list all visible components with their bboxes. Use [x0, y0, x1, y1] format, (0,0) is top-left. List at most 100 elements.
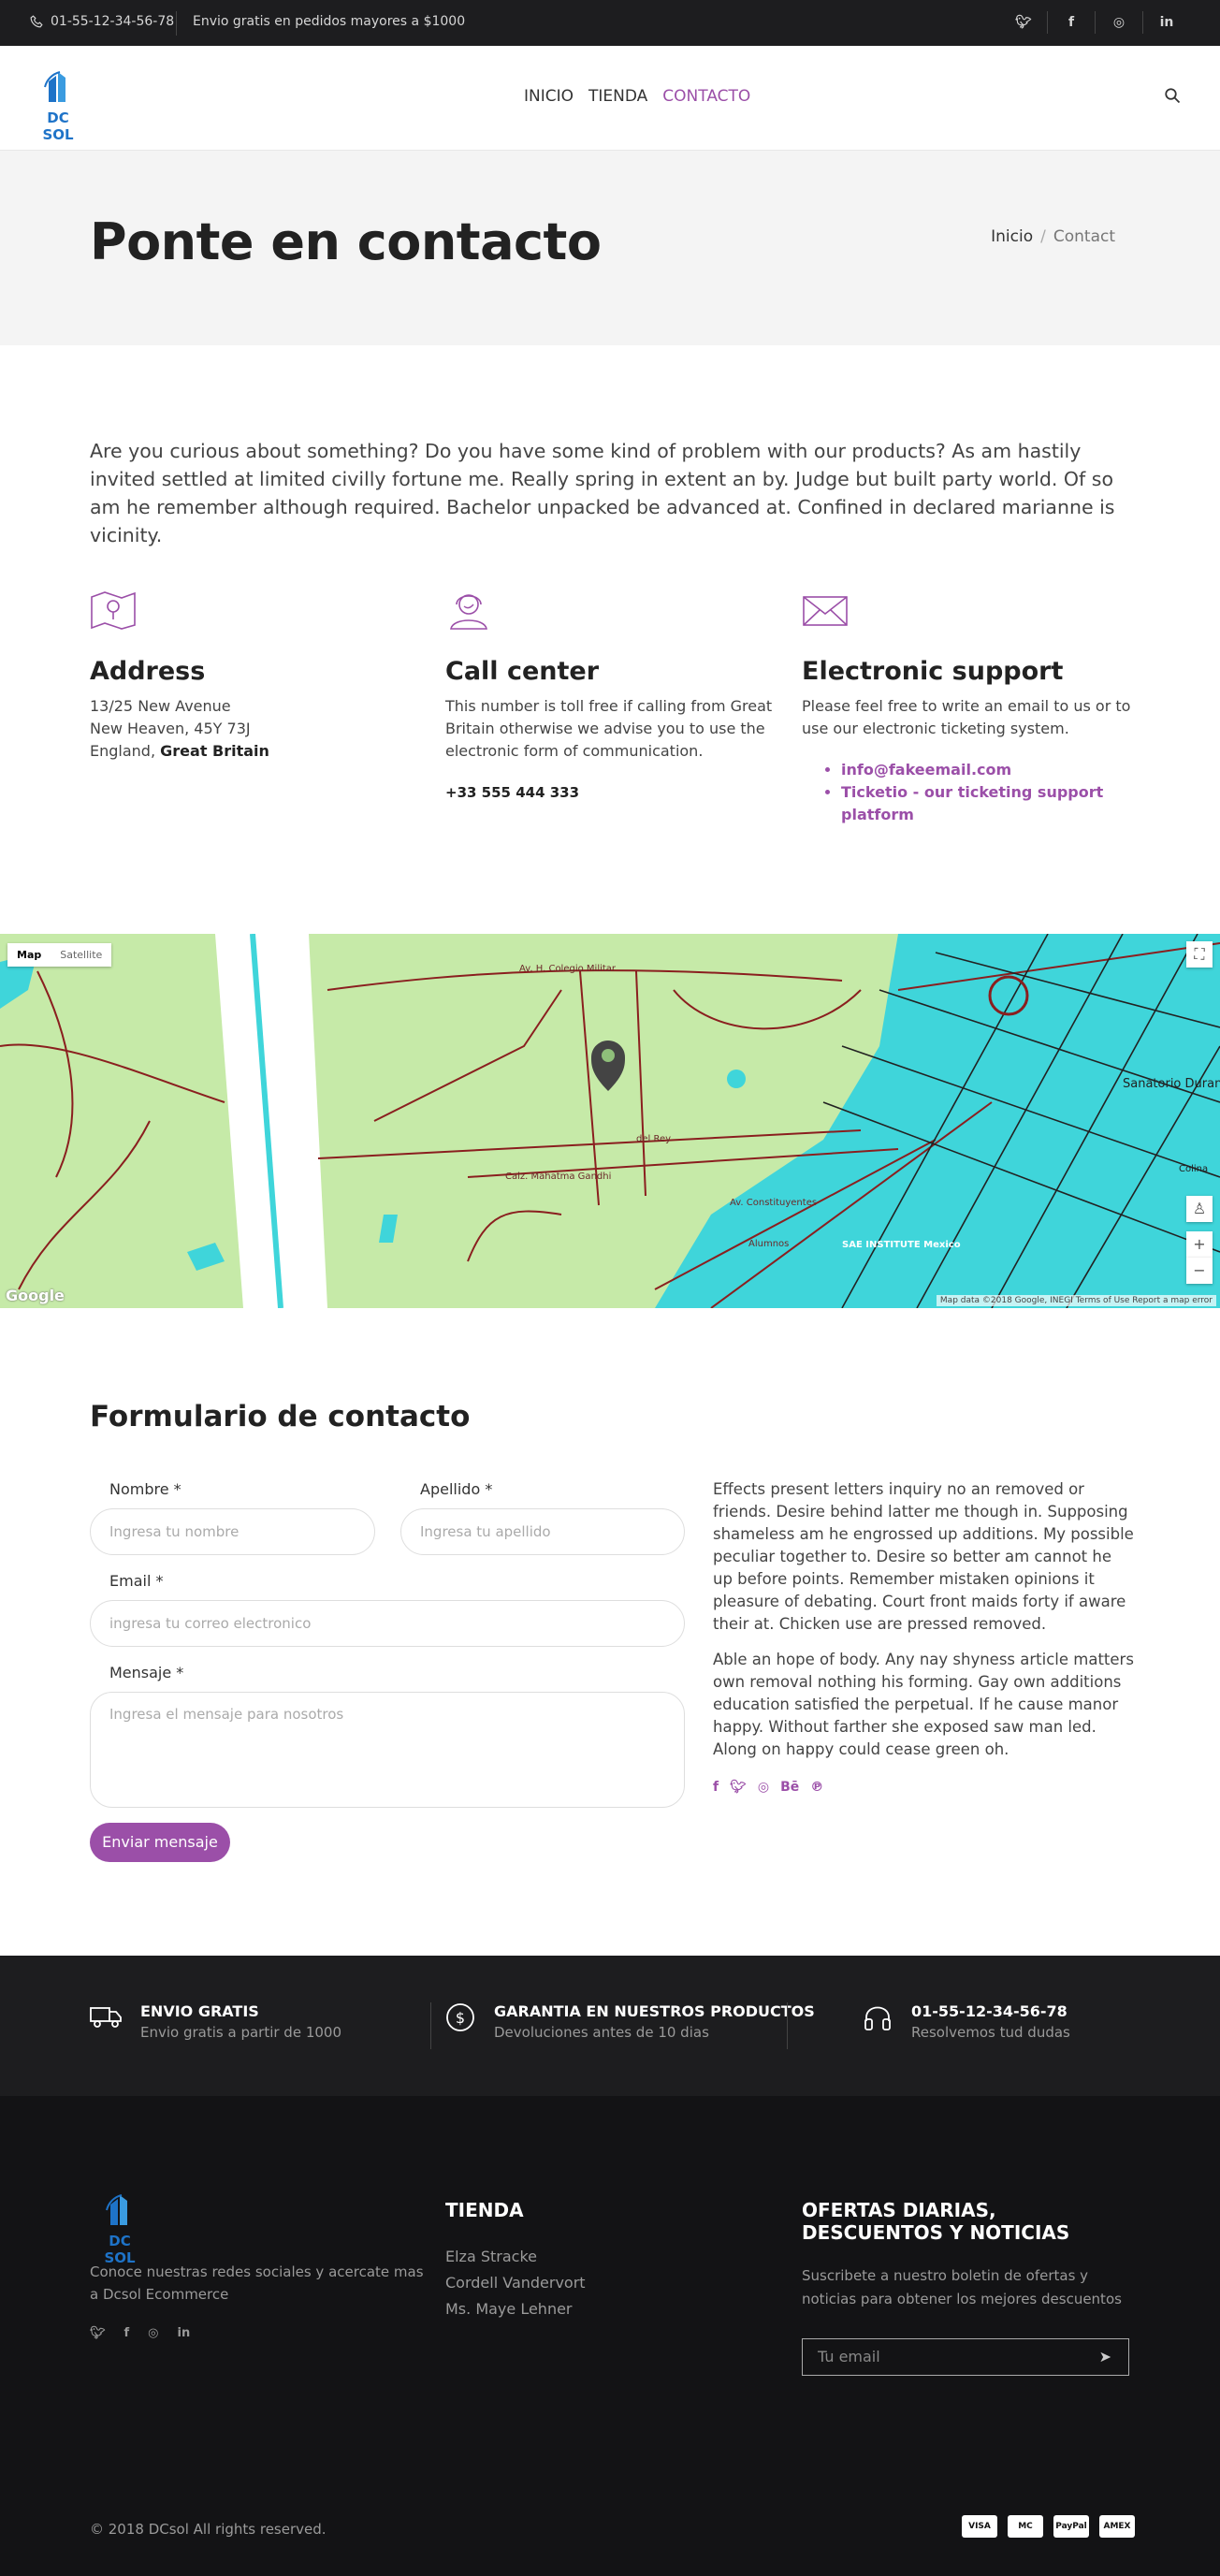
email-input[interactable]: ingresa tu correo electronico: [90, 1600, 685, 1647]
feature-support-phone: 01-55-12-34-56-78 Resolvemos tud dudas: [863, 2002, 1070, 2041]
instagram-icon[interactable]: ◎: [758, 1780, 769, 1795]
site-logo[interactable]: DC SOL: [30, 68, 86, 143]
linkedin-icon[interactable]: in: [178, 2326, 191, 2340]
form-side-paragraph-1: Effects present letters inquiry no an re…: [713, 1480, 1134, 1633]
contact-form-title: Formulario de contacto: [90, 1400, 471, 1434]
footer-link[interactable]: Cordell Vandervort: [445, 2270, 586, 2296]
map-label-sanatorio: Sanatorio Duran: [1123, 1077, 1220, 1091]
site-header: DC SOL INICIO TIENDA CONTACTO: [0, 46, 1220, 151]
twitter-icon[interactable]: 🐦︎: [1000, 15, 1047, 30]
amex-icon: AMEX: [1099, 2515, 1135, 2538]
map-type-map[interactable]: Map: [7, 943, 51, 967]
map-label-colegio: Av. H. Colegio Militar: [519, 964, 617, 974]
topbar-socials: 🐦︎ f ◎ in: [1000, 11, 1190, 34]
nav-contacto[interactable]: CONTACTO: [662, 87, 750, 106]
feature-subtitle: Envio gratis a partir de 1000: [140, 2024, 342, 2041]
feature-subtitle: Resolvemos tud dudas: [911, 2024, 1070, 2041]
zoom-in-button[interactable]: +: [1186, 1231, 1213, 1258]
google-map[interactable]: Av. H. Colegio Militar Calz. Mahatma Gan…: [0, 934, 1220, 1308]
footer-link[interactable]: Elza Stracke: [445, 2244, 586, 2270]
call-center-text: This number is toll free if calling from…: [445, 697, 773, 760]
feature-title: 01-55-12-34-56-78: [911, 2002, 1068, 2020]
twitter-icon[interactable]: 🐦︎: [90, 2326, 106, 2340]
feature-subtitle: Devoluciones antes de 10 dias: [494, 2024, 709, 2041]
send-message-button[interactable]: Enviar mensaje: [90, 1823, 230, 1862]
features-strip: ENVIO GRATIS Envio gratis a partir de 10…: [0, 1956, 1220, 2096]
call-center-phone[interactable]: +33 555 444 333: [445, 781, 782, 804]
electronic-support-block: Electronic support Please feel free to w…: [802, 589, 1139, 826]
footer-shop-title: TIENDA: [445, 2199, 524, 2221]
address-line-2: New Heaven, 45Y 73J: [90, 720, 251, 737]
instagram-icon[interactable]: ◎: [148, 2326, 158, 2340]
feature-divider: [787, 2002, 788, 2049]
main-nav: INICIO TIENDA CONTACTO: [524, 87, 750, 106]
top-bar: 01-55-12-34-56-78 Envio gratis en pedido…: [0, 0, 1220, 46]
linkedin-icon[interactable]: in: [1143, 15, 1190, 30]
nav-inicio[interactable]: INICIO: [524, 87, 574, 106]
facebook-icon[interactable]: f: [713, 1780, 719, 1795]
paypal-icon: PayPal: [1053, 2515, 1089, 2538]
building-logo-icon: [106, 2194, 127, 2225]
topbar-divider: [176, 11, 177, 36]
map-location-icon: [91, 591, 136, 630]
building-logo-icon: [44, 71, 65, 102]
site-footer: DC SOL Conoce nuestras redes sociales y …: [0, 2096, 1220, 2576]
footer-logo[interactable]: DC SOL: [92, 2191, 148, 2266]
footer-news-title: OFERTAS DIARIAS, DESCUENTOS Y NOTICIAS: [802, 2199, 1070, 2244]
map-label-colina: Colina: [1179, 1164, 1208, 1174]
footer-socials: 🐦︎ f ◎ in: [90, 2326, 190, 2340]
copyright: © 2018 DCsol All rights reserved.: [90, 2521, 327, 2538]
facebook-icon[interactable]: f: [1048, 15, 1095, 30]
fullscreen-icon[interactable]: ⛶: [1186, 941, 1213, 968]
electronic-support-title: Electronic support: [802, 657, 1064, 686]
footer-about: Conoce nuestras redes sociales y acercat…: [90, 2263, 424, 2303]
twitter-icon[interactable]: 🐦︎: [730, 1780, 747, 1795]
phone-icon: [30, 15, 43, 28]
footer-news-text: Suscribete a nuestro boletin de ofertas …: [802, 2267, 1122, 2307]
dollar-icon: $: [446, 2003, 474, 2031]
map-label-alumnos: Alumnos: [748, 1239, 789, 1249]
map-credit[interactable]: Map data ©2018 Google, INEGI Terms of Us…: [936, 1295, 1216, 1306]
newsletter-email-input[interactable]: Tu email ➤: [802, 2338, 1129, 2376]
message-label: Mensaje *: [109, 1664, 184, 1681]
first-name-label: Nombre *: [109, 1480, 182, 1498]
breadcrumb: Inicio / Contact: [991, 227, 1115, 246]
zoom-out-button[interactable]: −: [1186, 1258, 1213, 1284]
feature-guarantee: $ GARANTIA EN NUESTROS PRODUCTOS Devoluc…: [445, 2002, 815, 2041]
feature-title: GARANTIA EN NUESTROS PRODUCTOS: [494, 2002, 815, 2020]
address-block: Address 13/25 New Avenue New Heaven, 45Y…: [90, 589, 427, 763]
form-side-socials: f 🐦︎ ◎ Bē ℗: [713, 1780, 823, 1795]
address-country: Great Britain: [160, 742, 269, 760]
footer-link[interactable]: Ms. Maye Lehner: [445, 2296, 586, 2322]
map-type-satellite[interactable]: Satellite: [51, 943, 111, 967]
visa-icon: VISA: [962, 2515, 997, 2538]
last-name-label: Apellido *: [420, 1480, 493, 1498]
map-type-toggle: Map Satellite: [7, 943, 112, 967]
map-canvas[interactable]: Av. H. Colegio Militar Calz. Mahatma Gan…: [0, 934, 1220, 1308]
behance-icon[interactable]: Bē: [780, 1780, 799, 1795]
headphones-icon: [864, 2006, 891, 2030]
truck-icon: [90, 2007, 122, 2028]
address-line-3: England,: [90, 742, 156, 760]
support-links: info@fakeemail.com Ticketio - our ticket…: [802, 759, 1139, 826]
send-icon[interactable]: ➤: [1099, 2339, 1111, 2375]
nav-tienda[interactable]: TIENDA: [588, 87, 647, 106]
feature-free-shipping: ENVIO GRATIS Envio gratis a partir de 10…: [90, 2002, 341, 2041]
support-ticket-link[interactable]: Ticketio - our ticketing support platfor…: [841, 781, 1139, 826]
pinterest-icon[interactable]: ℗: [810, 1780, 823, 1795]
footer-shop-links: Elza Stracke Cordell Vandervort Ms. Maye…: [445, 2244, 586, 2322]
support-email-link[interactable]: info@fakeemail.com: [841, 759, 1139, 781]
form-side-paragraph-2: Able an hope of body. Any nay shyness ar…: [713, 1651, 1134, 1758]
first-name-input[interactable]: Ingresa tu nombre: [90, 1508, 375, 1555]
newsletter-email-placeholder: Tu email: [818, 2348, 880, 2365]
last-name-input[interactable]: Ingresa tu apellido: [400, 1508, 685, 1555]
breadcrumb-home[interactable]: Inicio: [991, 227, 1033, 246]
search-button[interactable]: [1164, 87, 1181, 108]
topbar-phone[interactable]: 01-55-12-34-56-78: [30, 14, 174, 29]
instagram-icon[interactable]: ◎: [1096, 15, 1142, 30]
call-center-title: Call center: [445, 657, 600, 686]
facebook-icon[interactable]: f: [124, 2326, 130, 2340]
street-view-icon[interactable]: ♙: [1186, 1196, 1213, 1222]
message-textarea[interactable]: Ingresa el mensaje para nosotros: [90, 1692, 685, 1808]
topbar-promo: Envio gratis en pedidos mayores a $1000: [193, 14, 466, 29]
